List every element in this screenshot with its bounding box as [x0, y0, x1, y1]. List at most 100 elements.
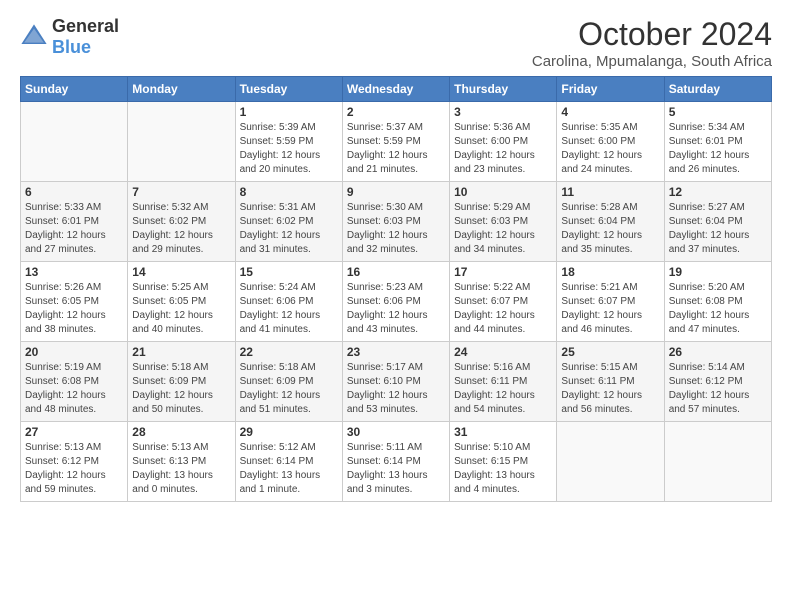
- day-info: Sunrise: 5:12 AM Sunset: 6:14 PM Dayligh…: [240, 441, 338, 497]
- calendar-cell: 14Sunrise: 5:25 AM Sunset: 6:05 PM Dayli…: [128, 262, 235, 342]
- day-info: Sunrise: 5:31 AM Sunset: 6:02 PM Dayligh…: [240, 201, 338, 257]
- day-header: Saturday: [664, 77, 771, 102]
- day-number: 16: [347, 265, 445, 279]
- day-info: Sunrise: 5:18 AM Sunset: 6:09 PM Dayligh…: [240, 361, 338, 417]
- logo-icon: [20, 23, 48, 51]
- calendar-cell: 28 Sunrise: 5:13 AM Sunset: 6:13 PM Dayli…: [128, 422, 235, 502]
- calendar-cell: 13 Sunrise: 5:26 AM Sunset: 6:05 PM Dayli…: [21, 262, 128, 342]
- calendar-cell: 6Sunrise: 5:33 AM Sunset: 6:01 PM Daylig…: [21, 182, 128, 262]
- calendar-cell: 17Sunrise: 5:22 AM Sunset: 6:07 PM Dayli…: [450, 262, 557, 342]
- calendar-cell: 5 Sunrise: 5:34 AM Sunset: 6:01 PM Daylig…: [664, 102, 771, 182]
- day-info: Sunrise: 5:30 AM Sunset: 6:03 PM Dayligh…: [347, 201, 445, 257]
- day-info: Sunrise: 5:21 AM Sunset: 6:07 PM Dayligh…: [561, 281, 659, 337]
- day-info: Sunrise: 5:33 AM Sunset: 6:01 PM Dayligh…: [25, 201, 123, 257]
- day-number: 31: [454, 425, 552, 439]
- day-info: Sunrise: 5:23 AM Sunset: 6:06 PM Dayligh…: [347, 281, 445, 337]
- day-header: Monday: [128, 77, 235, 102]
- day-number: 9: [347, 185, 445, 199]
- calendar-cell: 7Sunrise: 5:32 AM Sunset: 6:02 PM Daylig…: [128, 182, 235, 262]
- day-number: 23: [347, 345, 445, 359]
- calendar-cell: [557, 422, 664, 502]
- calendar-cell: 31 Sunrise: 5:10 AM Sunset: 6:15 PM Dayli…: [450, 422, 557, 502]
- day-number: 14: [132, 265, 230, 279]
- day-info: Sunrise: 5:39 AM Sunset: 5:59 PM Dayligh…: [240, 121, 338, 177]
- day-number: 27: [25, 425, 123, 439]
- calendar-cell: 18 Sunrise: 5:21 AM Sunset: 6:07 PM Dayli…: [557, 262, 664, 342]
- day-info: Sunrise: 5:13 AM Sunset: 6:13 PM Dayligh…: [132, 441, 230, 497]
- day-header: Friday: [557, 77, 664, 102]
- calendar-cell: 12 Sunrise: 5:27 AM Sunset: 6:04 PM Dayli…: [664, 182, 771, 262]
- day-header: Thursday: [450, 77, 557, 102]
- calendar-cell: 1 Sunrise: 5:39 AM Sunset: 5:59 PM Daylig…: [235, 102, 342, 182]
- day-info: Sunrise: 5:19 AM Sunset: 6:08 PM Dayligh…: [25, 361, 123, 417]
- calendar-week: 13 Sunrise: 5:26 AM Sunset: 6:05 PM Dayli…: [21, 262, 772, 342]
- calendar-cell: [21, 102, 128, 182]
- day-info: Sunrise: 5:22 AM Sunset: 6:07 PM Dayligh…: [454, 281, 552, 337]
- day-number: 21: [132, 345, 230, 359]
- day-number: 11: [561, 185, 659, 199]
- calendar-cell: 22 Sunrise: 5:18 AM Sunset: 6:09 PM Dayli…: [235, 342, 342, 422]
- day-header: Wednesday: [342, 77, 449, 102]
- day-number: 5: [669, 105, 767, 119]
- day-number: 18: [561, 265, 659, 279]
- day-info: Sunrise: 5:24 AM Sunset: 6:06 PM Dayligh…: [240, 281, 338, 337]
- day-info: Sunrise: 5:27 AM Sunset: 6:04 PM Dayligh…: [669, 201, 767, 257]
- day-info: Sunrise: 5:14 AM Sunset: 6:12 PM Dayligh…: [669, 361, 767, 417]
- day-header: Tuesday: [235, 77, 342, 102]
- day-number: 24: [454, 345, 552, 359]
- day-number: 20: [25, 345, 123, 359]
- day-number: 1: [240, 105, 338, 119]
- logo-general-text: General: [52, 16, 119, 36]
- calendar-cell: 3 Sunrise: 5:36 AM Sunset: 6:00 PM Daylig…: [450, 102, 557, 182]
- calendar-cell: 25 Sunrise: 5:15 AM Sunset: 6:11 PM Dayli…: [557, 342, 664, 422]
- day-number: 19: [669, 265, 767, 279]
- calendar-cell: 21Sunrise: 5:18 AM Sunset: 6:09 PM Dayli…: [128, 342, 235, 422]
- day-header: Sunday: [21, 77, 128, 102]
- day-info: Sunrise: 5:10 AM Sunset: 6:15 PM Dayligh…: [454, 441, 552, 497]
- calendar-cell: [664, 422, 771, 502]
- day-info: Sunrise: 5:15 AM Sunset: 6:11 PM Dayligh…: [561, 361, 659, 417]
- calendar-week: 6Sunrise: 5:33 AM Sunset: 6:01 PM Daylig…: [21, 182, 772, 262]
- day-number: 13: [25, 265, 123, 279]
- day-number: 30: [347, 425, 445, 439]
- day-info: Sunrise: 5:26 AM Sunset: 6:05 PM Dayligh…: [25, 281, 123, 337]
- day-number: 28: [132, 425, 230, 439]
- day-number: 15: [240, 265, 338, 279]
- day-number: 12: [669, 185, 767, 199]
- day-info: Sunrise: 5:28 AM Sunset: 6:04 PM Dayligh…: [561, 201, 659, 257]
- day-info: Sunrise: 5:36 AM Sunset: 6:00 PM Dayligh…: [454, 121, 552, 177]
- calendar-cell: [128, 102, 235, 182]
- day-info: Sunrise: 5:35 AM Sunset: 6:00 PM Dayligh…: [561, 121, 659, 177]
- header: General Blue October 2024 Carolina, Mpum…: [20, 16, 772, 70]
- day-number: 22: [240, 345, 338, 359]
- day-info: Sunrise: 5:34 AM Sunset: 6:01 PM Dayligh…: [669, 121, 767, 177]
- calendar-cell: 20 Sunrise: 5:19 AM Sunset: 6:08 PM Dayli…: [21, 342, 128, 422]
- calendar-table: SundayMondayTuesdayWednesdayThursdayFrid…: [20, 76, 772, 502]
- page-container: General Blue October 2024 Carolina, Mpum…: [0, 0, 792, 512]
- day-number: 4: [561, 105, 659, 119]
- day-info: Sunrise: 5:17 AM Sunset: 6:10 PM Dayligh…: [347, 361, 445, 417]
- day-number: 8: [240, 185, 338, 199]
- calendar-cell: 2Sunrise: 5:37 AM Sunset: 5:59 PM Daylig…: [342, 102, 449, 182]
- day-number: 2: [347, 105, 445, 119]
- day-number: 10: [454, 185, 552, 199]
- calendar-cell: 19 Sunrise: 5:20 AM Sunset: 6:08 PM Dayli…: [664, 262, 771, 342]
- day-number: 29: [240, 425, 338, 439]
- calendar-cell: 23 Sunrise: 5:17 AM Sunset: 6:10 PM Dayli…: [342, 342, 449, 422]
- calendar-cell: 16 Sunrise: 5:23 AM Sunset: 6:06 PM Dayli…: [342, 262, 449, 342]
- calendar-cell: 9 Sunrise: 5:30 AM Sunset: 6:03 PM Daylig…: [342, 182, 449, 262]
- calendar-title: October 2024: [532, 16, 772, 53]
- day-info: Sunrise: 5:16 AM Sunset: 6:11 PM Dayligh…: [454, 361, 552, 417]
- day-info: Sunrise: 5:20 AM Sunset: 6:08 PM Dayligh…: [669, 281, 767, 337]
- calendar-week: 20 Sunrise: 5:19 AM Sunset: 6:08 PM Dayli…: [21, 342, 772, 422]
- calendar-body: 1 Sunrise: 5:39 AM Sunset: 5:59 PM Daylig…: [21, 102, 772, 502]
- calendar-cell: 26Sunrise: 5:14 AM Sunset: 6:12 PM Dayli…: [664, 342, 771, 422]
- calendar-cell: 27Sunrise: 5:13 AM Sunset: 6:12 PM Dayli…: [21, 422, 128, 502]
- calendar-cell: 29 Sunrise: 5:12 AM Sunset: 6:14 PM Dayli…: [235, 422, 342, 502]
- day-number: 25: [561, 345, 659, 359]
- calendar-week: 27Sunrise: 5:13 AM Sunset: 6:12 PM Dayli…: [21, 422, 772, 502]
- day-number: 3: [454, 105, 552, 119]
- calendar-cell: 11 Sunrise: 5:28 AM Sunset: 6:04 PM Dayli…: [557, 182, 664, 262]
- calendar-header: SundayMondayTuesdayWednesdayThursdayFrid…: [21, 77, 772, 102]
- calendar-cell: 30Sunrise: 5:11 AM Sunset: 6:14 PM Dayli…: [342, 422, 449, 502]
